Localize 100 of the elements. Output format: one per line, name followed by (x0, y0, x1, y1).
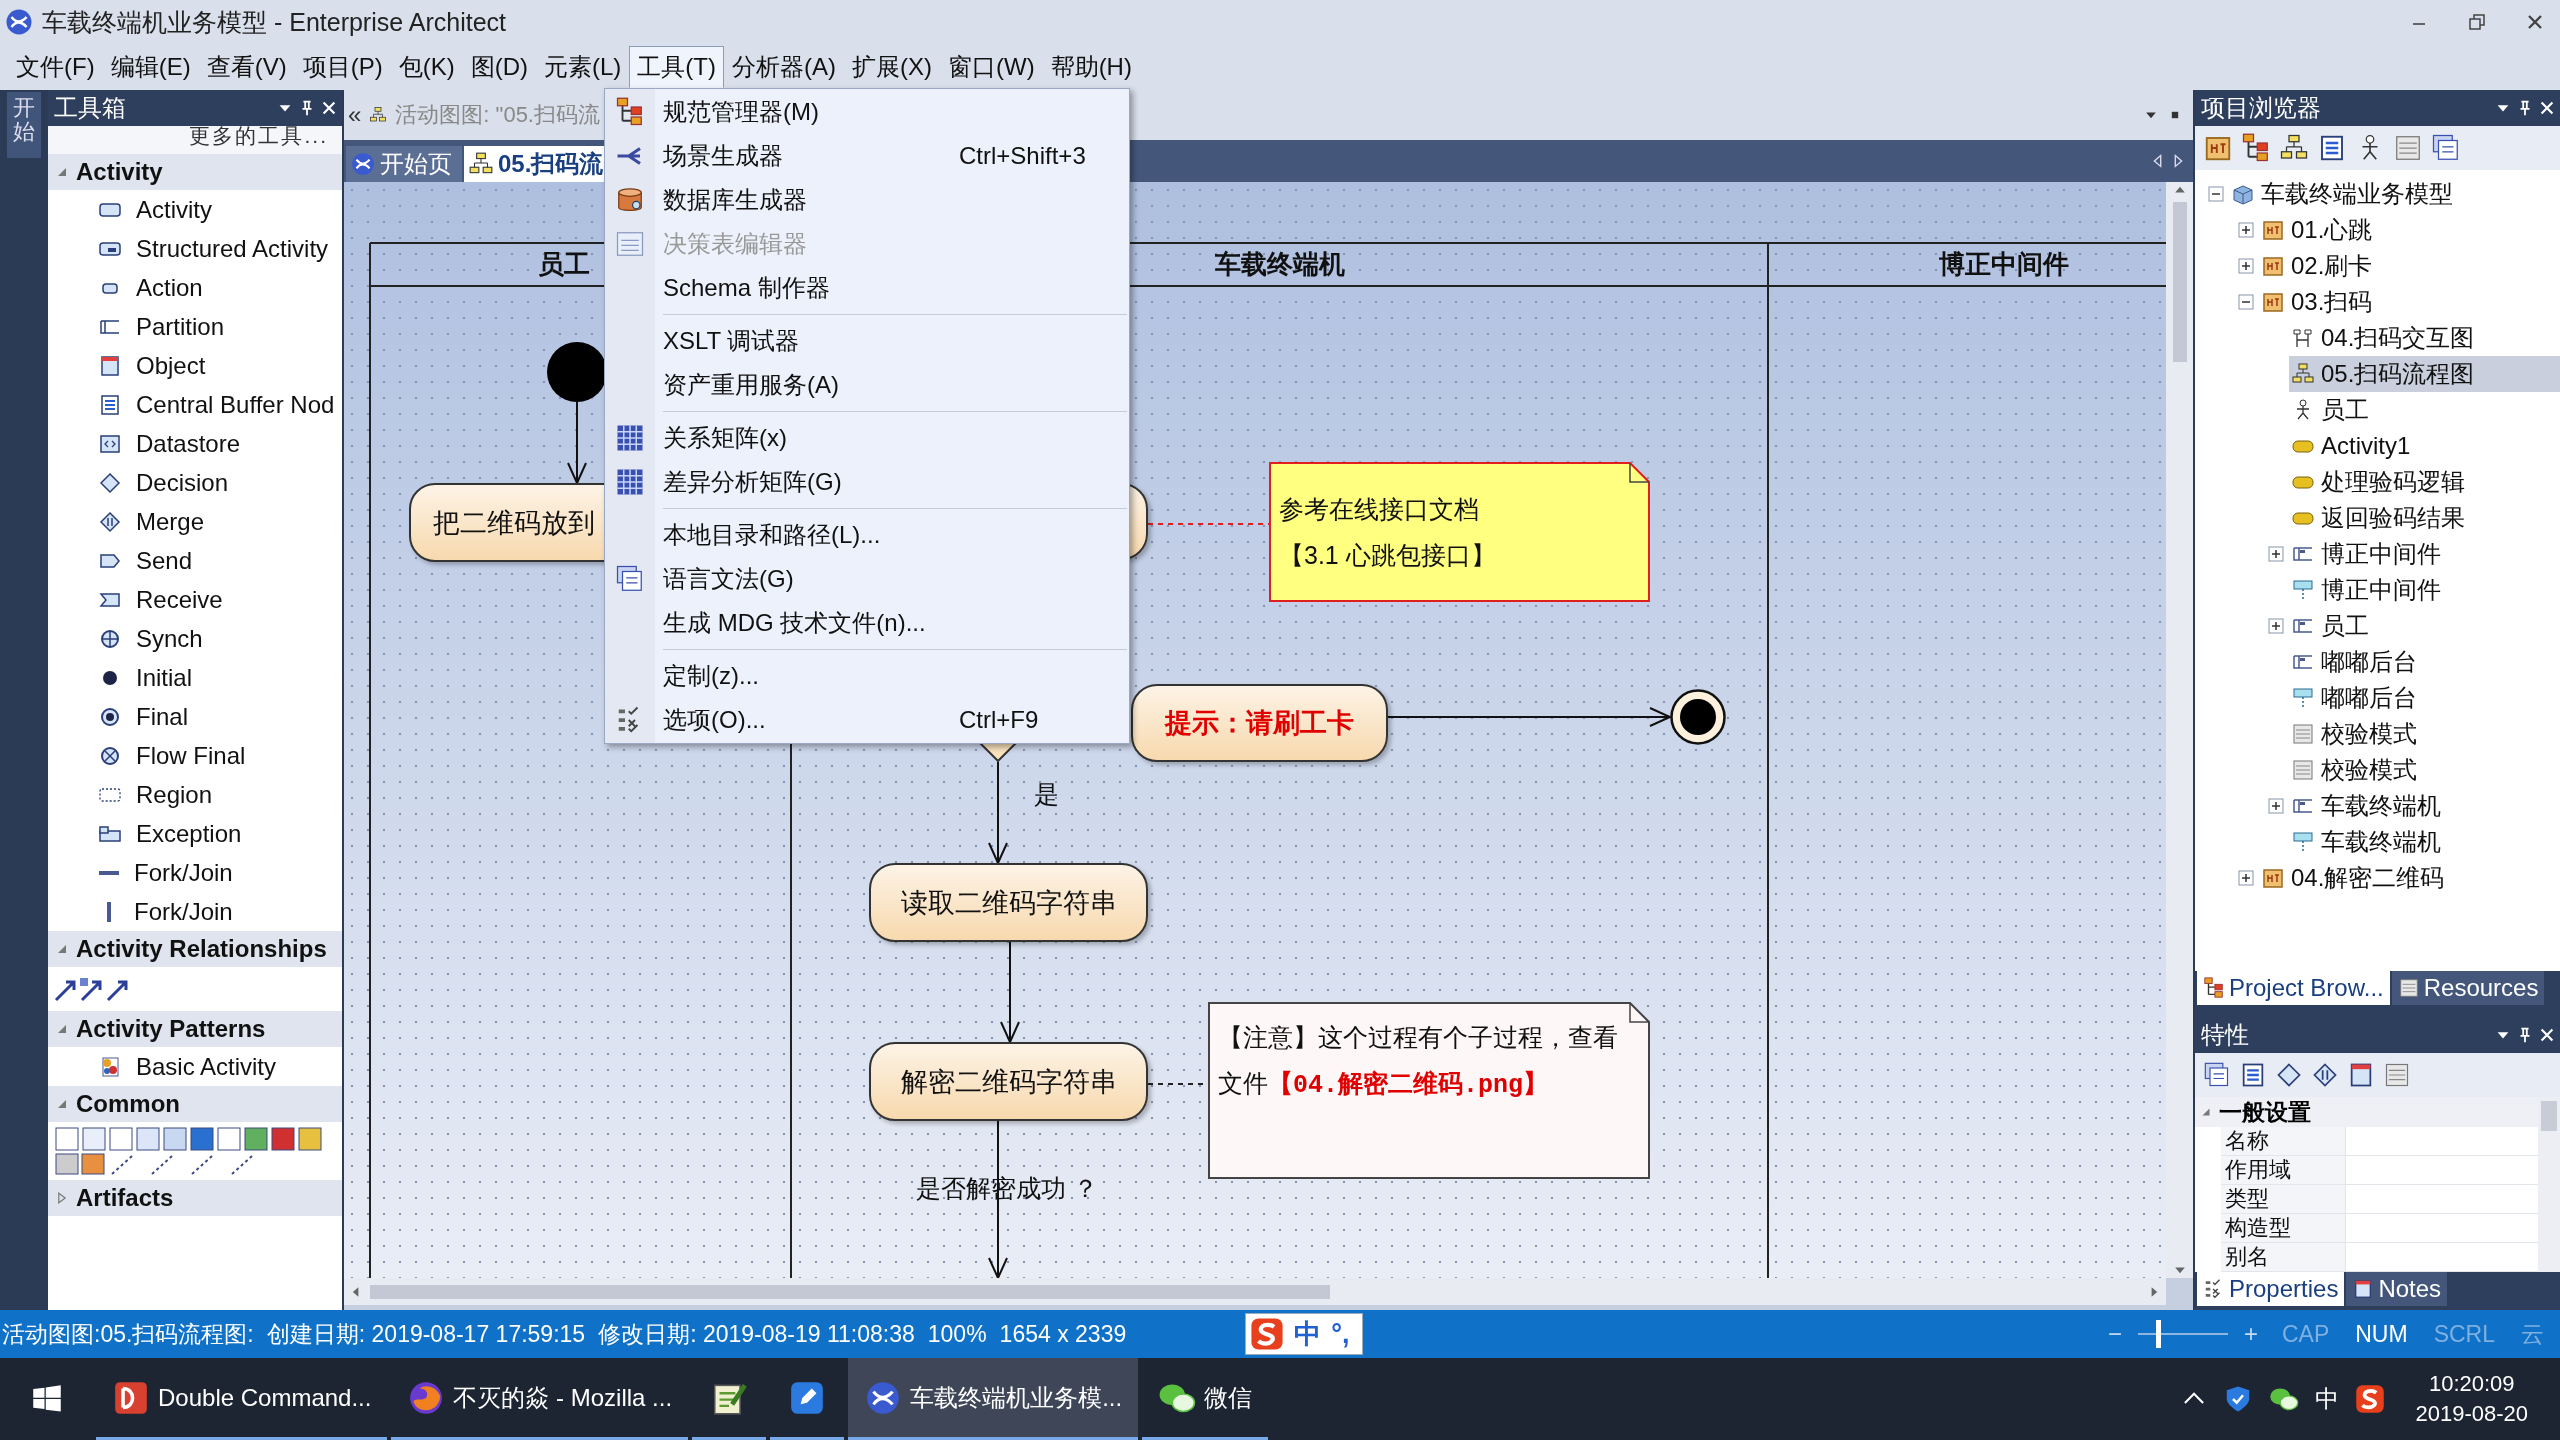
toolbox-item[interactable]: Action (48, 268, 342, 307)
menu-item[interactable]: 选项(O)... Ctrl+F9 (605, 698, 1129, 742)
toolbox-item[interactable]: Fork/Join (48, 853, 342, 892)
tree-item[interactable]: 返回验码结果 (2289, 500, 2560, 536)
clock-date[interactable]: 2019-08-20 (2415, 1399, 2528, 1429)
expand-toggle[interactable] (2238, 222, 2254, 238)
ime-mode[interactable]: °, (1331, 1318, 1350, 1350)
striped-box-icon[interactable] (2393, 133, 2423, 163)
toolbox-item[interactable]: Structured Activity (48, 229, 342, 268)
tree-item[interactable]: 处理验码逻辑 (2289, 464, 2560, 500)
menu-item[interactable]: 窗口(W) (940, 46, 1043, 88)
tree-item[interactable]: 员工 (2289, 608, 2560, 644)
hierarchy-icon[interactable] (2241, 133, 2271, 163)
menu-item[interactable]: 编辑(E) (102, 46, 199, 88)
toolbox-section[interactable]: Activity Patterns (48, 1011, 342, 1047)
slider-thumb[interactable] (2155, 1320, 2161, 1348)
close-icon[interactable] (2538, 99, 2556, 117)
tree-item[interactable]: 校验模式 (2289, 752, 2560, 788)
menu-item[interactable]: 查看(V) (198, 46, 295, 88)
menu-item[interactable]: 关系矩阵(x) (605, 416, 1129, 460)
menu-item[interactable]: 帮助(H) (1042, 46, 1140, 88)
taskbar-button[interactable]: 车载终端机业务模... (848, 1358, 1139, 1440)
tree-item[interactable]: 02.刷卡 (2259, 248, 2560, 284)
toolbox-item[interactable]: Receive (48, 580, 342, 619)
tree-item[interactable]: 员工 (2289, 392, 2560, 428)
document-tab[interactable]: 开始页 (346, 146, 462, 182)
restore-icon[interactable] (2467, 12, 2487, 32)
toolbox-item[interactable]: Flow Final (48, 736, 342, 775)
close-icon[interactable] (320, 99, 338, 117)
taskbar-button[interactable]: Double Command... (96, 1358, 388, 1440)
toolbox-item[interactable]: Send (48, 541, 342, 580)
menu-item[interactable]: 资产重用服务(A) (605, 363, 1129, 407)
menu-item[interactable]: 包(K) (390, 46, 463, 88)
property-group[interactable]: 一般设置 (2195, 1097, 2538, 1127)
tree-item[interactable]: 博正中间件 (2289, 536, 2560, 572)
tree-item[interactable]: 04.扫码交互图 (2289, 320, 2560, 356)
diamond-icon[interactable] (2311, 1061, 2339, 1089)
zoom-in-button[interactable]: + (2237, 1320, 2264, 1348)
panel-tab[interactable]: Resources (2391, 971, 2545, 1005)
taskbar-button[interactable]: 微信 (1142, 1358, 1269, 1440)
toolbox-item[interactable]: Activity (48, 190, 342, 229)
ime-mode[interactable]: 中 (1294, 1316, 1322, 1352)
menu-item[interactable]: 生成 MDG 技术文件(n)... (605, 601, 1129, 645)
tree-item[interactable]: 嘟嘟后台 (2289, 644, 2560, 680)
menu-item[interactable]: 项目(P) (294, 46, 391, 88)
tree-item[interactable]: 车载终端业务模型 (2229, 176, 2560, 212)
expand-toggle[interactable] (2238, 258, 2254, 274)
tree-item[interactable]: 车载终端机 (2289, 788, 2560, 824)
scroll-thumb[interactable] (370, 1284, 1330, 1299)
menu-item[interactable]: 分析器(A) (724, 46, 844, 88)
toolbox-section[interactable]: Activity Relationships (48, 931, 342, 967)
vertical-scrollbar[interactable] (2538, 1097, 2560, 1272)
toolbox-item[interactable]: Central Buffer Nod (48, 385, 342, 424)
expand-toggle[interactable] (2268, 618, 2284, 634)
tree-item[interactable]: 05.扫码流程图 (2289, 356, 2560, 392)
ime-toolbar[interactable]: 中 °, (1245, 1313, 1363, 1355)
expand-toggle[interactable] (2268, 546, 2284, 562)
zoom-out-button[interactable]: − (2101, 1320, 2128, 1348)
tree-item[interactable]: 03.扫码 (2259, 284, 2560, 320)
menu-item[interactable]: XSLT 调试器 (605, 319, 1129, 363)
expand-toggle[interactable] (2238, 294, 2254, 310)
toolbox-item[interactable]: Decision (48, 463, 342, 502)
menu-item[interactable]: Schema 制作器 (605, 266, 1129, 310)
expand-toggle[interactable] (2268, 798, 2284, 814)
tree-item[interactable]: 嘟嘟后台 (2289, 680, 2560, 716)
clock-time[interactable]: 10:20:09 (2428, 1369, 2515, 1399)
toolbox-section[interactable]: Common (48, 1086, 342, 1122)
menu-item[interactable]: 元素(L) (536, 46, 630, 88)
tree-item[interactable]: 04.解密二维码 (2259, 860, 2560, 896)
menu-item[interactable]: 图(D) (462, 46, 536, 88)
toolbox-item[interactable]: Object (48, 346, 342, 385)
toolbox-item[interactable]: Synch (48, 619, 342, 658)
vertical-scrollbar[interactable] (2166, 182, 2193, 1278)
expand-toggle[interactable] (2208, 186, 2224, 202)
menu-item[interactable]: 定制(z)... (605, 654, 1129, 698)
tree-item[interactable]: 博正中间件 (2289, 572, 2560, 608)
diamond-icon[interactable] (2275, 1061, 2303, 1089)
stacked-pages-icon[interactable] (2203, 1061, 2231, 1089)
toolbox-item[interactable]: Exception (48, 814, 342, 853)
tree-item[interactable]: 校验模式 (2289, 716, 2560, 752)
tree-item[interactable]: Activity1 (2289, 428, 2560, 464)
menu-item[interactable]: 扩展(X) (844, 46, 940, 88)
more-tools-link[interactable]: 更多的工具... (48, 126, 342, 154)
panel-tab[interactable]: Project Brow... (2197, 971, 2390, 1005)
horizontal-scrollbar[interactable] (344, 1278, 2166, 1305)
toolbox-section[interactable]: Artifacts (48, 1180, 342, 1216)
panel-tab[interactable]: Properties (2197, 1272, 2345, 1306)
ime-logo-icon[interactable] (2355, 1384, 2386, 1414)
toolbox-item[interactable]: Initial (48, 658, 342, 697)
scroll-thumb[interactable] (2172, 202, 2187, 362)
panel-tab[interactable]: Notes (2346, 1272, 2448, 1306)
input-language[interactable]: 中 (2315, 1383, 2340, 1415)
scroll-thumb[interactable] (2541, 1101, 2557, 1131)
close-icon[interactable] (2538, 1026, 2556, 1044)
toolbox-item[interactable]: Datastore (48, 424, 342, 463)
tree-item[interactable]: 车载终端机 (2289, 824, 2560, 860)
menu-item[interactable]: 工具(T) (629, 46, 724, 88)
menu-item[interactable]: 规范管理器(M) (605, 90, 1129, 134)
taskbar-button[interactable]: 不灭的焱 - Mozilla ... (391, 1358, 689, 1440)
striped-box-icon[interactable] (2383, 1061, 2411, 1089)
